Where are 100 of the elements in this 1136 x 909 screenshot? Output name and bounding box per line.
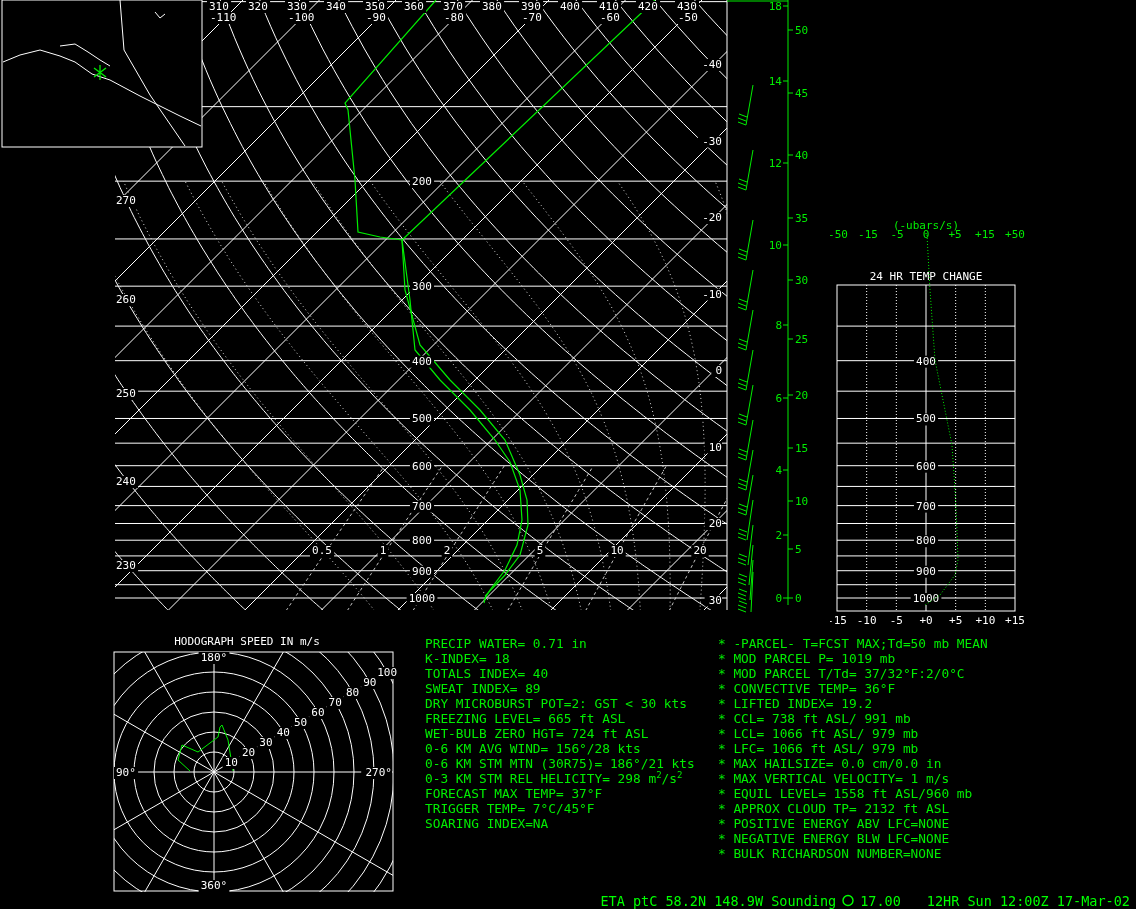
axis-label: +5 [949, 614, 963, 627]
index-text: FORECAST MAX TEMP= 37°F [425, 786, 603, 801]
circle-icon [842, 894, 855, 907]
index-text: TOTALS INDEX= 40 [425, 666, 549, 681]
pressure-label: 400 [412, 354, 432, 368]
omega-label: +50 [1005, 228, 1025, 241]
direction-label: 90° [116, 766, 136, 779]
speed-ring-label: 90 [363, 676, 377, 689]
theta-label: 260 [116, 293, 136, 306]
height-kft-label: 15 [795, 442, 809, 455]
index-text: DRY MICROBURST POT=2: GST < 30 kts [425, 696, 687, 711]
isotherm-label: -20 [702, 211, 722, 224]
omega-label: -50 [830, 228, 848, 241]
index-text: 0-6 KM AVG WIND= 156°/28 kts [425, 741, 641, 756]
theta-label: 370 [443, 0, 463, 13]
theta-label: 420 [638, 0, 658, 13]
parcel-text: * POSITIVE ENERGY ABV LFC=NONE [718, 816, 950, 831]
isotherm-label: -30 [702, 134, 722, 148]
pressure-label: 900 [916, 564, 936, 578]
height-kft-label: 45 [795, 87, 809, 100]
speed-ring-label: 80 [345, 686, 360, 699]
height-kft-label: 10 [795, 495, 809, 508]
theta-label: 230 [116, 559, 136, 572]
index-text: K-INDEX= 18 [425, 651, 510, 666]
pressure-label: 500 [916, 412, 936, 426]
index-text: TRIGGER TEMP= 7°C/45°F [425, 801, 595, 816]
parcel-text: * LCL= 1066 ft ASL/ 979 mb [718, 726, 919, 741]
parcel-text: * CCL= 738 ft ASL/ 991 mb [718, 711, 911, 726]
location-marker-icon [93, 64, 107, 81]
height-km-label: 4 [775, 464, 782, 477]
parcel-text: * -PARCEL- T=FCST MAX;Td=50 mb MEAN [718, 636, 988, 651]
axis-label: +15 [1005, 614, 1025, 627]
height-km-label: 10 [768, 239, 782, 252]
theta-label: 320 [248, 0, 268, 13]
theta-label: 330 [287, 0, 307, 13]
height-kft-label: 35 [795, 212, 809, 225]
parcel-text: * MAX HAILSIZE= 0.0 cm/0.0 in [718, 756, 942, 771]
axis-label: +10 [975, 614, 996, 627]
height-km-label: 12 [768, 157, 782, 170]
axis-label: -10 [856, 614, 877, 627]
index-text: PRECIP WATER= 0.71 in [425, 636, 587, 651]
theta-label: 400 [560, 0, 580, 13]
height-kft-label: 30 [795, 274, 809, 287]
omega-label: -15 [858, 228, 878, 241]
speed-ring-label: 100 [377, 666, 398, 679]
height-km-label: 8 [775, 319, 782, 332]
direction-label: 180° [200, 651, 228, 664]
parcel-text: * NEGATIVE ENERGY BLW LFC=NONE [718, 831, 950, 846]
height-kft-label: 50 [795, 24, 809, 37]
valid-time-text: 12HR Sun 12:00Z 17-Mar-02 [926, 892, 1130, 909]
axis-label: -5 [889, 614, 903, 627]
direction-label: 270° [365, 766, 392, 779]
index-text: WET-BULB ZERO HGT= 724 ft ASL [425, 726, 649, 741]
isotherm-label: -90 [366, 11, 386, 24]
height-kft-label: 40 [795, 149, 809, 162]
direction-label: 360° [200, 879, 228, 892]
pressure-label: 700 [916, 499, 936, 513]
speed-ring-label: 50 [294, 716, 308, 729]
isotherm-label: 20 [708, 517, 722, 530]
theta-label: 380 [482, 0, 502, 13]
height-km-label: 0 [775, 592, 782, 605]
speed-ring-label: 10 [224, 756, 238, 769]
omega-label: +15 [975, 228, 995, 241]
mixing-ratio-label: 1 [379, 544, 387, 557]
theta-label: 410 [599, 0, 619, 13]
pressure-label: 500 [412, 412, 432, 426]
index-text: FREEZING LEVEL= 665 ft ASL [425, 711, 626, 726]
height-kft-label: 25 [795, 333, 809, 346]
parcel-text: * LIFTED INDEX= 19.2 [718, 696, 873, 711]
mixing-ratio-label: 5 [536, 544, 544, 557]
parcel-text: * MOD PARCEL T/Td= 37/32°F:2/0°C [718, 666, 965, 681]
speed-ring-label: 60 [311, 706, 325, 719]
pressure-label: 900 [412, 564, 432, 578]
isotherm-label: -40 [702, 58, 722, 71]
isotherm-label: 30 [708, 593, 722, 607]
pressure-label: 800 [412, 534, 432, 548]
theta-label: 340 [326, 0, 346, 13]
theta-label: 360 [404, 0, 424, 13]
speed-ring-label: 20 [242, 746, 256, 759]
theta-label: 250 [116, 387, 136, 400]
parcel-text: * MOD PARCEL P= 1019 mb [718, 651, 896, 666]
pressure-label: 600 [916, 459, 936, 473]
parcel-text: * CONVECTIVE TEMP= 36°F [718, 681, 896, 696]
value-text: 17.00 [860, 892, 901, 909]
theta-label: 430 [677, 0, 697, 13]
isotherm-label: -110 [210, 11, 237, 24]
parcel-text: * MAX VERTICAL VELOCITY= 1 m/s [718, 771, 950, 786]
pressure-label: 1000 [408, 592, 436, 605]
isotherm-label: -10 [702, 287, 722, 301]
theta-label: 350 [365, 0, 385, 13]
mixing-ratio-label: 2 [443, 544, 451, 557]
pressure-label: 400 [916, 354, 936, 368]
axis-label: +0 [919, 614, 933, 627]
parcel-text: * APPROX CLOUD TP= 2132 ft ASL [718, 801, 950, 816]
omega-label: 0 [922, 228, 930, 241]
parcel-text: * EQUIL LEVEL= 1558 ft ASL/960 mb [718, 786, 973, 801]
height-km-label: 2 [775, 529, 782, 542]
pressure-label: 600 [412, 459, 432, 473]
isotherm-label: -100 [288, 11, 315, 24]
pressure-label: 1000 [912, 592, 940, 605]
